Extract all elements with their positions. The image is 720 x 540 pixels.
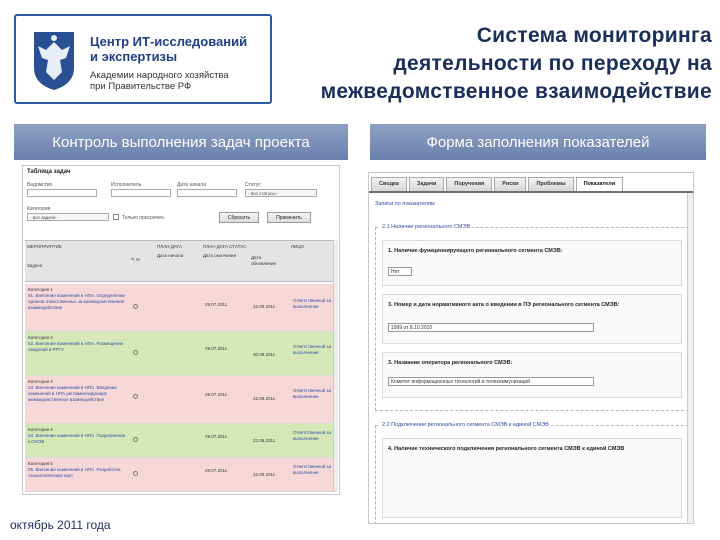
attachment-icon: ✎ ✉ bbox=[131, 257, 140, 262]
col-header-end: Дата окончания bbox=[203, 253, 237, 258]
indicator-records-link[interactable]: Записи по показателям bbox=[375, 201, 435, 207]
q2-input[interactable]: 1999 от 8.10.2010 bbox=[388, 323, 594, 332]
table-row[interactable]: Категория 3 03. Внесение изменений в НПА.… bbox=[25, 376, 337, 424]
status-icon bbox=[133, 350, 138, 355]
tab-indicators[interactable]: Показатели bbox=[575, 177, 624, 191]
logo: Центр ИТ-исследований и экспертизы Акаде… bbox=[14, 14, 272, 104]
section-heading-form: Форма заполнения показателей bbox=[370, 124, 706, 160]
col-header-start: Дата начала bbox=[157, 253, 184, 258]
overdue-checkbox-label: Только просрочен. bbox=[122, 215, 166, 221]
table-row[interactable]: Категория 5 05. Внесение изменений в НПА.… bbox=[25, 458, 337, 492]
filter-agency-input[interactable] bbox=[27, 189, 97, 197]
status-icon bbox=[133, 471, 138, 476]
fieldset-legend[interactable]: 2.2 Подключение регионального сегмента С… bbox=[380, 422, 551, 428]
fieldset-legend[interactable]: 2.1 Наличие регионального СМЭВ bbox=[380, 224, 473, 230]
question-block: 3. Номер и дата нормативного акта о введ… bbox=[382, 294, 682, 344]
logo-title: Центр ИТ-исследований и экспертизы bbox=[90, 34, 248, 64]
reset-button[interactable]: Сбросить bbox=[219, 212, 259, 223]
table-row[interactable]: Категория 1 01. Внесение изменений в НПА.… bbox=[25, 284, 337, 332]
filter-label-date: Дата начала bbox=[177, 182, 206, 188]
filter-executor-input[interactable] bbox=[111, 189, 171, 197]
section-heading-tasks: Контроль выполнения задач проекта bbox=[14, 124, 348, 160]
q1-select[interactable]: Нет bbox=[388, 267, 412, 276]
tab-summary[interactable]: Сводка bbox=[371, 177, 407, 191]
tab-divider bbox=[369, 191, 693, 193]
footer-date: октябрь 2011 года bbox=[10, 518, 111, 532]
table-title: Таблица задач bbox=[27, 169, 71, 175]
col-header-person[interactable]: ЛИЦО bbox=[291, 244, 304, 250]
fieldset-smev-connection: 2.2 Подключение регионального сегмента С… bbox=[375, 422, 689, 523]
apply-button[interactable]: Применить bbox=[267, 212, 311, 223]
grid-header: МЕРОПРИЯТИЕ Задача ✎ ✉ ПЛАН ДАТА Дата на… bbox=[25, 240, 337, 282]
tab-tasks[interactable]: Задачи bbox=[408, 177, 445, 191]
filter-label-agency: Ведомство bbox=[27, 182, 53, 188]
tab-problems[interactable]: Проблемы bbox=[528, 177, 574, 191]
logo-subtitle: Академии народного хозяйства при Правите… bbox=[90, 70, 229, 92]
overdue-checkbox[interactable] bbox=[113, 214, 119, 220]
q3-input[interactable]: Комитет информационных технологий и теле… bbox=[388, 377, 594, 386]
question-block: 4. Наличие технического подключения реги… bbox=[382, 438, 682, 518]
fieldset-regional-smev: 2.1 Наличие регионального СМЭВ 1. Наличи… bbox=[375, 224, 689, 411]
col-header-updated[interactable]: Дата обновления bbox=[251, 255, 287, 267]
col-header-plan-date[interactable]: ПЛАН ДАТА bbox=[157, 244, 182, 250]
tab-orders[interactable]: Поручения bbox=[446, 177, 493, 191]
table-row[interactable]: Категория 4 04. Внесение изменений в НПА.… bbox=[25, 424, 337, 458]
col-header-event[interactable]: МЕРОПРИЯТИЕ bbox=[27, 244, 62, 250]
filter-label-executor: Исполнитель bbox=[111, 182, 142, 188]
question-block: 3. Название оператора регионального СМЭВ… bbox=[382, 352, 682, 398]
filter-category-select[interactable]: - все задачи - bbox=[27, 213, 109, 221]
tab-risks[interactable]: Риски bbox=[494, 177, 527, 191]
tab-bar: Сводка Задачи Поручения Риски Проблемы П… bbox=[371, 177, 625, 191]
tasks-scrollbar[interactable] bbox=[333, 240, 338, 490]
col-header-plan-status[interactable]: ПЛАН ДАТА СТАТУС bbox=[203, 244, 247, 250]
eagle-emblem-icon bbox=[34, 32, 74, 90]
status-icon bbox=[133, 437, 138, 442]
form-scrollbar[interactable] bbox=[687, 193, 693, 523]
question-block: 1. Наличие функционирующего региональног… bbox=[382, 240, 682, 286]
filter-date-input[interactable] bbox=[177, 189, 237, 197]
status-icon bbox=[133, 394, 138, 399]
slide-title: Система мониторинга деятельности по пере… bbox=[320, 24, 712, 103]
filter-label-category: Категория bbox=[27, 206, 51, 212]
col-header-task[interactable]: Задача bbox=[27, 263, 42, 269]
filter-label-status: Статус bbox=[245, 182, 261, 188]
filter-status-select[interactable]: - все статусы - bbox=[245, 189, 317, 197]
tasks-panel: Таблица задач Ведомство Исполнитель Дата… bbox=[22, 165, 340, 495]
indicators-panel: Сводка Задачи Поручения Риски Проблемы П… bbox=[368, 172, 694, 524]
table-row[interactable]: Категория 2 02. Внесение изменений в НПА.… bbox=[25, 332, 337, 376]
status-icon bbox=[133, 304, 138, 309]
